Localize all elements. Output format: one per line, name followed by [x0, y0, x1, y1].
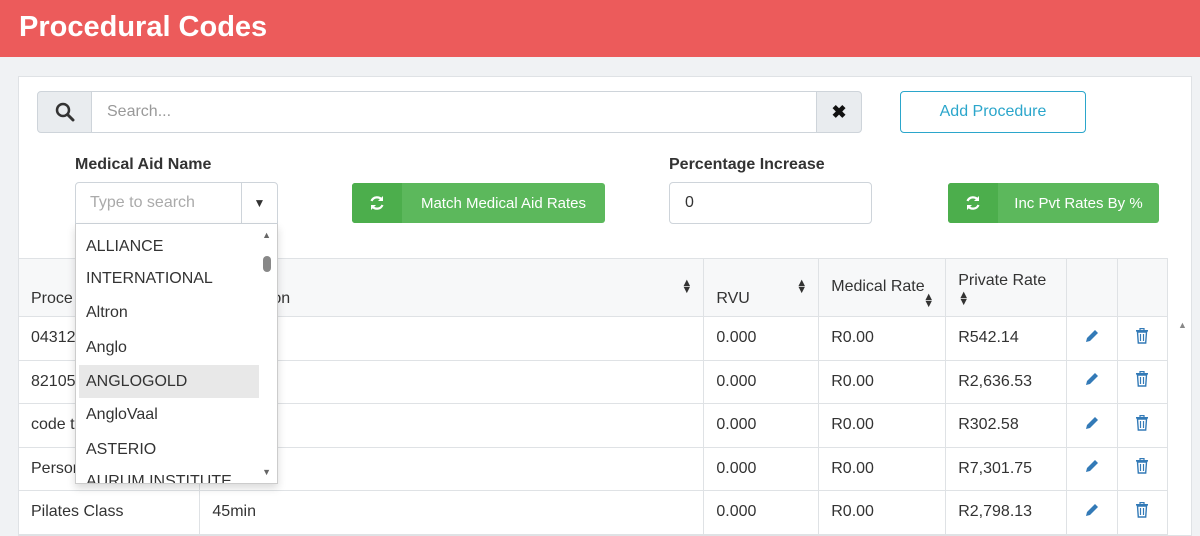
search-input[interactable]	[91, 91, 817, 133]
dropdown-option[interactable]: ASTERIO	[79, 433, 259, 466]
cell-medical-rate: R0.00	[818, 490, 947, 535]
cell-rvu: 0.000	[703, 316, 820, 361]
column-header-edit	[1066, 258, 1118, 317]
cell-medical-rate: R0.00	[818, 316, 947, 361]
medical-aid-search-input[interactable]	[90, 183, 240, 223]
inc-button-label: Inc Pvt Rates By %	[1014, 194, 1143, 212]
cell-medical-rate: R0.00	[818, 359, 947, 404]
scroll-up-arrow[interactable]: ▲	[1178, 320, 1187, 330]
cell-description: 45min	[199, 490, 705, 535]
dropdown-option[interactable]: Altron	[79, 296, 259, 329]
pencil-icon[interactable]	[1066, 316, 1118, 361]
sort-icon[interactable]: ▲ ▼	[923, 292, 934, 310]
match-medical-aid-rates-button[interactable]: Match Medical Aid Rates	[352, 183, 605, 223]
cell-rvu: 0.000	[703, 403, 820, 448]
column-header-rvu[interactable]: RVU ▲ ▼	[703, 258, 820, 317]
refresh-icon	[352, 183, 402, 223]
chevron-down-icon[interactable]: ▼	[241, 183, 277, 223]
search-group: ✖	[37, 91, 862, 133]
close-icon[interactable]: ✖	[816, 91, 862, 133]
trash-icon[interactable]	[1116, 446, 1169, 491]
pencil-icon[interactable]	[1066, 446, 1118, 491]
cell-private-rate: R302.58	[945, 403, 1068, 448]
medical-aid-label: Medical Aid Name	[75, 156, 212, 173]
match-button-label: Match Medical Aid Rates	[420, 194, 587, 212]
cell-rvu: 0.000	[703, 446, 820, 491]
trash-icon[interactable]	[1116, 403, 1169, 448]
pencil-icon[interactable]	[1066, 403, 1118, 448]
table-row: Pilates Class 45min 0.000 R0.00 R2,798.1…	[17, 490, 1169, 535]
percentage-increase-label: Percentage Increase	[669, 156, 825, 173]
dropdown-option[interactable]: Anglo	[79, 331, 259, 364]
add-procedure-button[interactable]: Add Procedure	[900, 91, 1086, 133]
medical-aid-dropdown: ALLIANCE INTERNATIONAL Altron Anglo ANGL…	[75, 224, 278, 484]
cell-private-rate: R2,798.13	[945, 490, 1068, 535]
cell-private-rate: R542.14	[945, 316, 1068, 361]
trash-icon[interactable]	[1116, 359, 1169, 404]
sort-icon[interactable]: ▲ ▼	[796, 278, 807, 296]
scroll-up-arrow[interactable]: ▲	[262, 230, 271, 240]
column-header-medical-rate[interactable]: Medical Rate ▲ ▼	[818, 258, 947, 317]
dropdown-option[interactable]: AngloVaal	[79, 398, 259, 431]
dropdown-option[interactable]: AURUM INSTITUTE	[79, 465, 259, 484]
refresh-icon	[948, 183, 998, 223]
column-header-private-rate-label: Private Rate	[958, 272, 1047, 289]
cell-rvu: 0.000	[703, 490, 820, 535]
dropdown-option-highlighted[interactable]: ANGLOGOLD	[79, 365, 259, 398]
trash-icon[interactable]	[1116, 316, 1169, 361]
dropdown-option[interactable]: ALLIANCE	[79, 230, 259, 263]
column-header-medical-rate-label: Medical Rate	[831, 278, 925, 295]
search-icon[interactable]	[37, 91, 92, 133]
dropdown-option[interactable]: INTERNATIONAL	[79, 262, 259, 295]
pencil-icon[interactable]	[1066, 359, 1118, 404]
column-header-private-rate[interactable]: Private Rate ▲ ▼	[945, 258, 1068, 317]
sort-icon[interactable]: ▲ ▼	[681, 278, 692, 296]
cell-code: Pilates Class	[17, 490, 201, 535]
page-header: Procedural Codes	[0, 0, 1200, 57]
inc-pvt-rates-button[interactable]: Inc Pvt Rates By %	[948, 183, 1159, 223]
percentage-increase-input[interactable]	[669, 182, 872, 224]
dropdown-scrollbar-thumb[interactable]	[263, 256, 271, 272]
page-title: Procedural Codes	[19, 11, 268, 43]
cell-medical-rate: R0.00	[818, 446, 947, 491]
scroll-down-arrow[interactable]: ▼	[262, 467, 271, 477]
cell-medical-rate: R0.00	[818, 403, 947, 448]
cell-rvu: 0.000	[703, 359, 820, 404]
column-header-rvu-label: RVU	[716, 290, 750, 307]
trash-icon[interactable]	[1116, 490, 1169, 535]
cell-private-rate: R2,636.53	[945, 359, 1068, 404]
column-header-delete	[1116, 258, 1169, 317]
pencil-icon[interactable]	[1066, 490, 1118, 535]
sort-icon[interactable]: ▲ ▼	[958, 289, 969, 307]
column-header-code-label: Proce	[31, 290, 73, 307]
cell-private-rate: R7,301.75	[945, 446, 1068, 491]
medical-aid-select[interactable]: ▼	[75, 182, 278, 224]
